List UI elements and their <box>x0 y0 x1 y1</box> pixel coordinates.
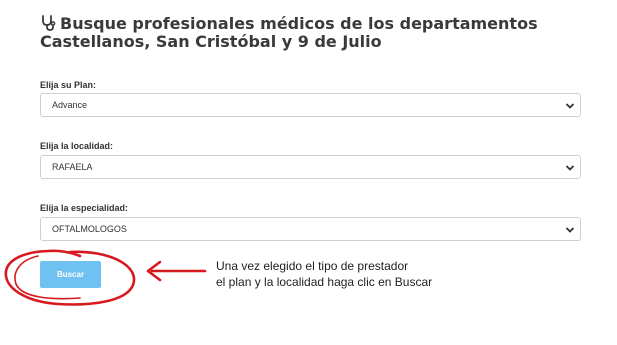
chevron-down-icon <box>565 103 575 109</box>
instruction-line-1: Una vez elegido el tipo de prestador <box>216 259 409 273</box>
instruction-text: Una vez elegido el tipo de prestador el … <box>216 258 432 290</box>
search-button[interactable]: Buscar <box>40 261 101 288</box>
plan-label: Elija su Plan: <box>40 80 97 90</box>
page-title: Busque profesionales médicos de los depa… <box>40 15 600 51</box>
locality-value: RAFAELA <box>52 162 93 172</box>
specialty-value: OFTALMOLOGOS <box>52 224 127 234</box>
stethoscope-icon <box>42 15 56 31</box>
chevron-down-icon <box>565 165 575 171</box>
specialty-select[interactable]: OFTALMOLOGOS <box>40 217 581 241</box>
locality-select[interactable]: RAFAELA <box>40 155 581 179</box>
plan-value: Advance <box>52 100 88 110</box>
title-line-2: Castellanos, San Cristóbal y 9 de Julio <box>40 32 382 51</box>
locality-label: Elija la localidad: <box>40 141 114 151</box>
title-line-1: Busque profesionales médicos de los depa… <box>60 14 538 33</box>
chevron-down-icon <box>565 227 575 233</box>
arrow-head-icon <box>146 260 162 282</box>
plan-select[interactable]: Advance <box>40 93 581 117</box>
specialty-label: Elija la especialidad: <box>40 203 129 213</box>
instruction-line-2: el plan y la localidad haga clic en Busc… <box>216 275 433 289</box>
